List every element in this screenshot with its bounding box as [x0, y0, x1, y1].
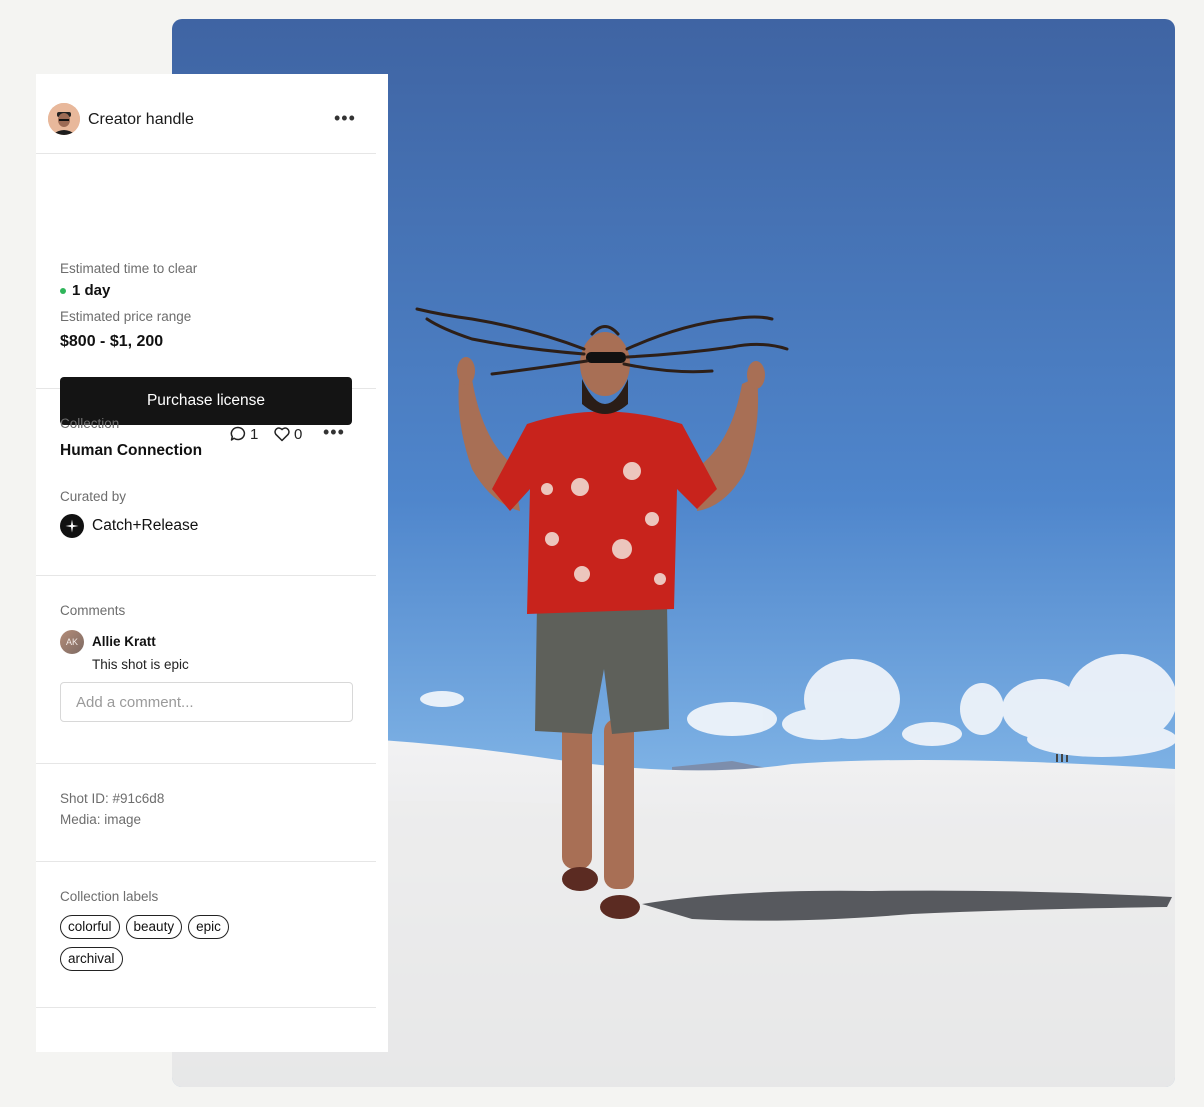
collection-section: Collection Human Connection 1 0 ••• Cura… — [36, 389, 376, 576]
collection-label: Collection — [60, 416, 120, 431]
curator-name: Catch+Release — [92, 517, 199, 534]
media-type: Media: image — [60, 812, 142, 827]
like-count: 0 — [294, 425, 303, 443]
collection-more-icon[interactable]: ••• — [323, 423, 345, 441]
price-range-value: $800 - $1, 200 — [60, 333, 164, 350]
tag-chip[interactable]: archival — [60, 947, 123, 971]
license-section: Estimated time to clear 1 day Estimated … — [36, 154, 376, 425]
comments-label: Comments — [60, 603, 126, 618]
time-to-clear-text: 1 day — [72, 282, 111, 299]
collection-name[interactable]: Human Connection — [60, 442, 202, 460]
status-dot-icon — [60, 287, 66, 294]
more-options-icon[interactable]: ••• — [334, 109, 356, 127]
tag-chip[interactable]: beauty — [125, 915, 183, 939]
shot-details-panel: Creator handle ••• Estimated time to cle… — [36, 74, 388, 1052]
creator-avatar-image — [48, 103, 80, 135]
collection-labels-section: Collection labels colorful beauty epic a… — [36, 862, 376, 1008]
comment-count: 1 — [250, 425, 259, 443]
creator-avatar[interactable] — [48, 103, 80, 135]
collection-labels-title: Collection labels — [60, 889, 159, 904]
curated-by-label: Curated by — [60, 489, 127, 504]
tag-chip[interactable]: epic — [188, 915, 229, 939]
creator-header: Creator handle ••• — [36, 74, 376, 154]
like-count-button[interactable]: 0 — [273, 425, 302, 443]
comments-section: Comments AK Allie Kratt This shot is epi… — [36, 576, 376, 764]
commenter-avatar[interactable]: AK — [60, 630, 84, 654]
price-range-label: Estimated price range — [60, 309, 192, 324]
comment-icon — [230, 426, 246, 441]
sparkle-icon — [65, 519, 79, 533]
comment-text: This shot is epic — [92, 657, 189, 672]
time-to-clear-value: 1 day — [60, 282, 110, 299]
heart-icon — [274, 427, 290, 442]
comment-author[interactable]: Allie Kratt — [92, 634, 156, 649]
shot-id: Shot ID: #91c6d8 — [60, 791, 165, 806]
comment-count-button[interactable]: 1 — [229, 425, 258, 443]
time-to-clear-label: Estimated time to clear — [60, 261, 198, 276]
tag-chip[interactable]: colorful — [60, 915, 120, 939]
tag-list: colorful beauty epic archival — [60, 915, 260, 971]
curator-logo-icon — [60, 514, 84, 538]
curator-link[interactable]: Catch+Release — [60, 514, 198, 538]
shot-meta-section: Shot ID: #91c6d8 Media: image — [36, 764, 376, 862]
creator-handle[interactable]: Creator handle — [88, 111, 194, 129]
comment-input[interactable] — [60, 682, 353, 722]
